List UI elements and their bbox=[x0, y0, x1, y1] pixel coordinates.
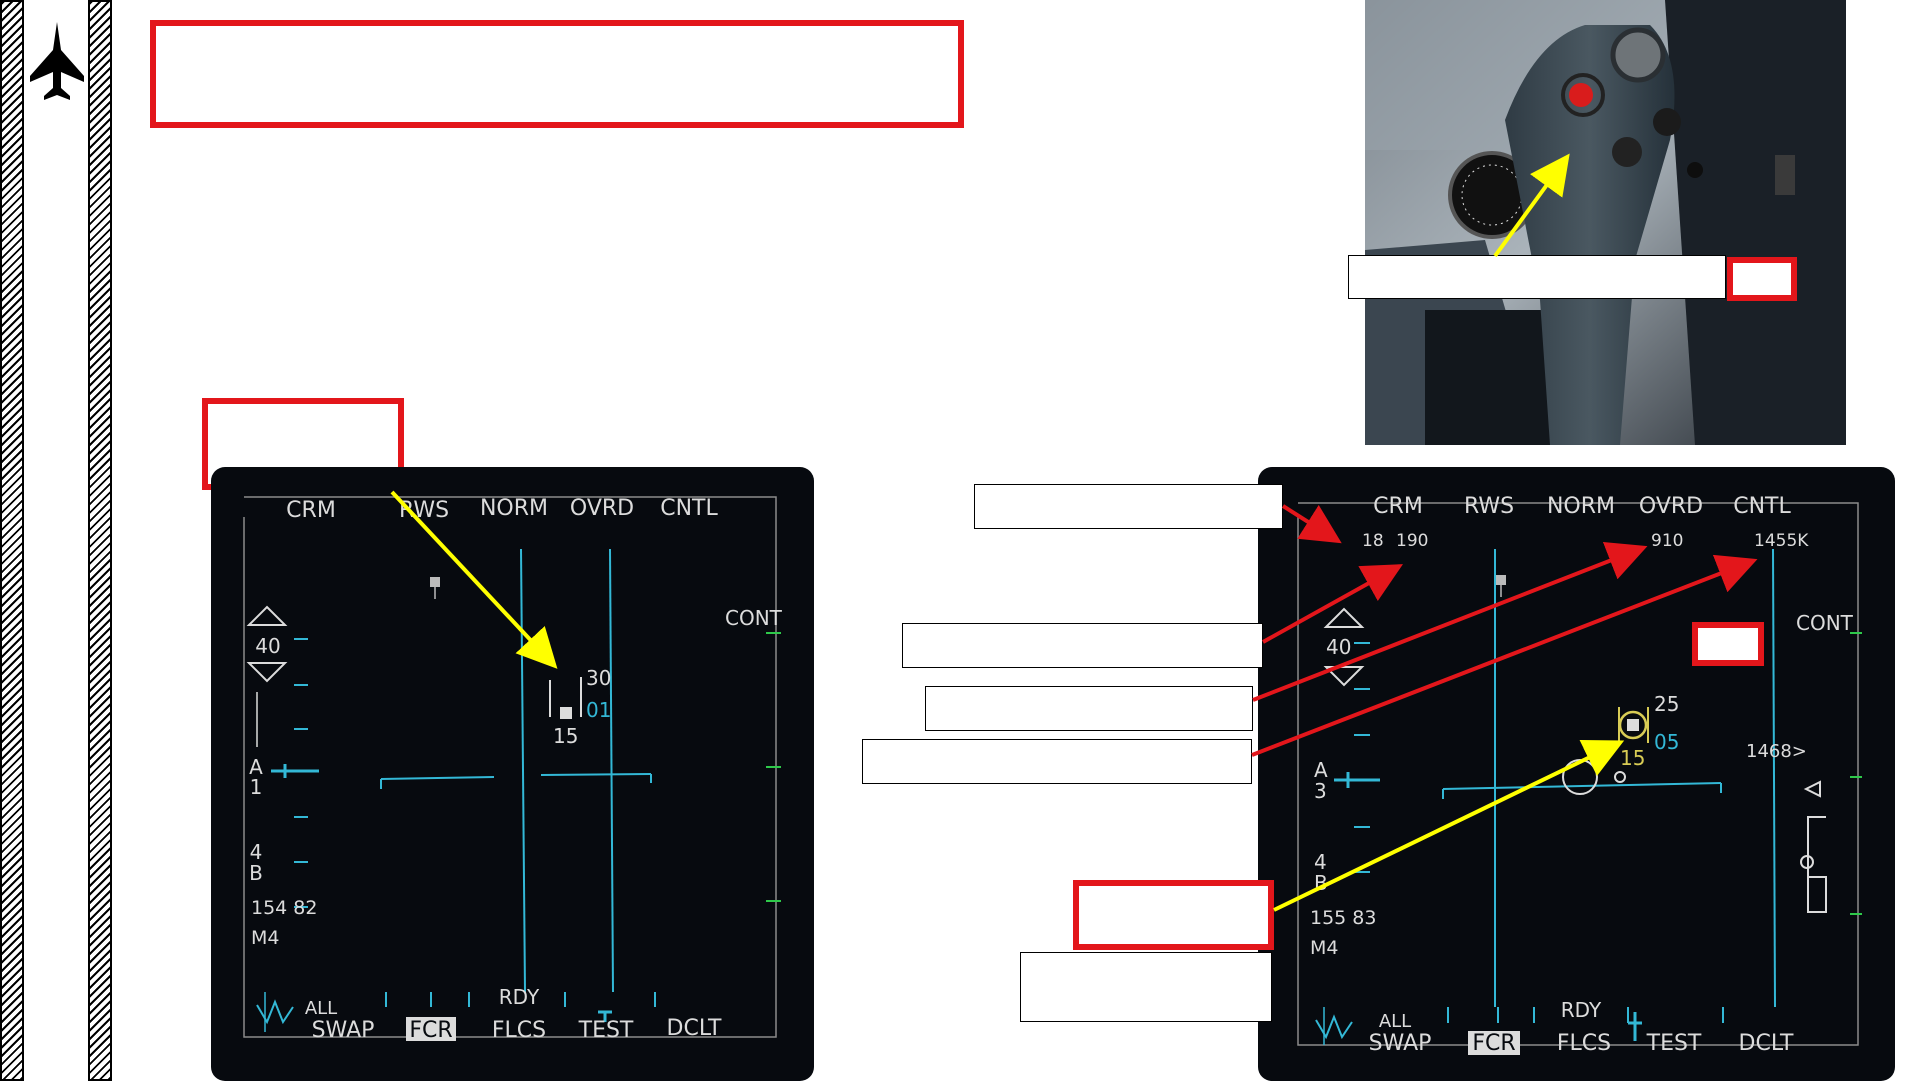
left-target-lower: 15 bbox=[553, 724, 578, 748]
left-bottom-rdy: RDY bbox=[499, 985, 540, 1009]
altitude-callout-box bbox=[925, 686, 1253, 731]
target-desc-box bbox=[1020, 952, 1272, 1022]
target-callout-box bbox=[1073, 880, 1274, 950]
left-top-label-5: CNTL bbox=[660, 496, 718, 521]
left-readout: 154 82 bbox=[251, 897, 317, 919]
left-bottom-all: ALL bbox=[305, 998, 337, 1019]
throttle-key-box bbox=[1727, 257, 1797, 301]
throttle-photo bbox=[1365, 0, 1846, 445]
right-sub-label-2: 190 bbox=[1396, 531, 1428, 551]
left-bars-b: B bbox=[249, 861, 263, 885]
right-cont: CONT bbox=[1796, 611, 1854, 635]
left-mode: M4 bbox=[251, 927, 279, 949]
right-top-label-1: CRM bbox=[1373, 494, 1423, 519]
right-sub-label-4: 1455K bbox=[1754, 531, 1809, 551]
right-top-label-2: RWS bbox=[1464, 494, 1514, 519]
throttle-label-box bbox=[1348, 255, 1726, 299]
left-cont: CONT bbox=[725, 606, 783, 630]
left-target-upper: 30 bbox=[586, 666, 611, 690]
right-sub-label-3: 910 bbox=[1651, 531, 1683, 551]
right-target-upper: 25 bbox=[1654, 692, 1679, 716]
right-target-lower: 15 bbox=[1620, 746, 1645, 770]
right-range: 40 bbox=[1326, 635, 1351, 659]
left-bottom-swap: SWAP bbox=[312, 1018, 375, 1043]
left-bottom-fcr: FCR bbox=[409, 1018, 452, 1043]
left-bottom-dclt: DCLT bbox=[667, 1016, 723, 1041]
right-bottom-flcs: FLCS bbox=[1557, 1031, 1611, 1056]
right-bars-b: B bbox=[1314, 871, 1328, 895]
left-bottom-test: TEST bbox=[578, 1018, 634, 1043]
right-readout: 155 83 bbox=[1310, 907, 1376, 929]
sidebar-hatch-right bbox=[88, 0, 112, 1081]
fighter-jet-icon bbox=[28, 20, 86, 102]
right-sub-label-1: 18 bbox=[1362, 531, 1384, 551]
title-box bbox=[150, 20, 964, 128]
left-top-label-2: RWS bbox=[399, 498, 449, 523]
cont-key-box bbox=[1692, 622, 1764, 666]
right-bottom-rdy: RDY bbox=[1561, 998, 1602, 1022]
right-top-label-5: CNTL bbox=[1733, 494, 1791, 519]
right-target-cyan: 05 bbox=[1654, 730, 1679, 754]
right-bottom-swap: SWAP bbox=[1369, 1031, 1432, 1056]
right-bottom-fcr: FCR bbox=[1472, 1031, 1515, 1056]
left-azimuth-num: 1 bbox=[250, 775, 263, 799]
crm-callout-box bbox=[974, 484, 1283, 529]
right-top-label-3: NORM bbox=[1547, 494, 1615, 519]
right-mfd: CRM RWS NORM OVRD CNTL 18 190 910 1455K … bbox=[1258, 467, 1895, 1081]
left-top-label-4: OVRD bbox=[570, 496, 634, 521]
left-mfd: CRM RWS NORM OVRD CNTL 40 A 1 4 B 154 82… bbox=[211, 467, 814, 1081]
closure-callout-box bbox=[862, 739, 1252, 784]
right-top-label-4: OVRD bbox=[1639, 494, 1703, 519]
right-bottom-test: TEST bbox=[1646, 1031, 1702, 1056]
sidebar-hatch-left bbox=[0, 0, 24, 1081]
right-azimuth-num: 3 bbox=[1314, 779, 1327, 803]
left-top-label-1: CRM bbox=[286, 498, 336, 523]
left-range: 40 bbox=[255, 634, 280, 658]
right-bottom-all: ALL bbox=[1379, 1011, 1411, 1032]
left-target-cyan: 01 bbox=[586, 698, 611, 722]
left-bottom-flcs: FLCS bbox=[492, 1018, 546, 1043]
right-closure: 1468> bbox=[1746, 741, 1807, 762]
right-mode: M4 bbox=[1310, 937, 1338, 959]
right-bottom-dclt: DCLT bbox=[1739, 1031, 1795, 1056]
left-top-label-3: NORM bbox=[480, 496, 548, 521]
range-callout-box bbox=[902, 623, 1263, 668]
